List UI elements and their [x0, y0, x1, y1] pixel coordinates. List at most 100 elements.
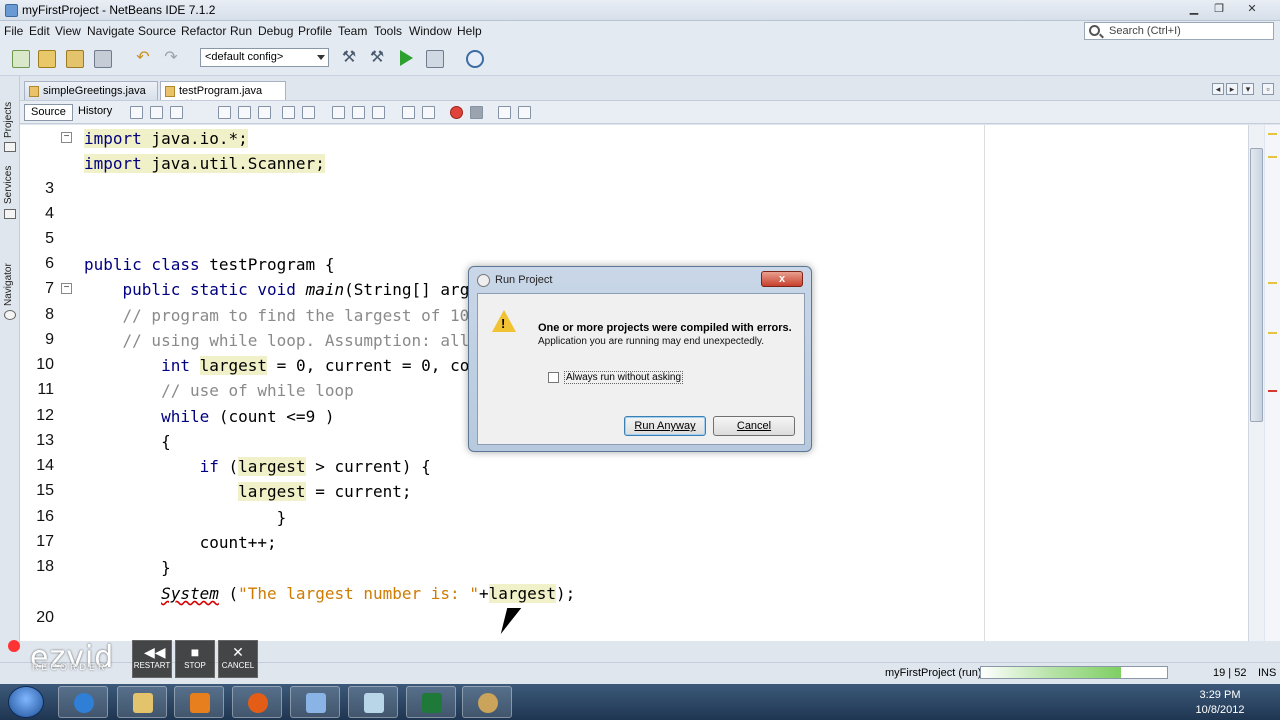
undo-icon[interactable]: ↶: [134, 50, 152, 68]
cancel-icon: ✕: [232, 644, 244, 660]
comment-icon[interactable]: [498, 106, 511, 119]
cancel-button[interactable]: Cancel: [713, 416, 795, 436]
close-button[interactable]: ✕: [1240, 2, 1264, 17]
save-all-icon[interactable]: [94, 50, 112, 68]
clock-date: 10/8/2012: [1195, 704, 1245, 716]
menu-tools[interactable]: Tools: [374, 24, 402, 38]
menu-run[interactable]: Run: [230, 24, 252, 38]
profile-project-icon[interactable]: [466, 50, 484, 68]
restart-button[interactable]: ◀◀ RESTART: [132, 640, 172, 678]
menu-profile[interactable]: Profile: [298, 24, 332, 38]
find-icon[interactable]: [218, 106, 231, 119]
menu-source[interactable]: Source: [138, 24, 176, 38]
menu-refactor[interactable]: Refactor: [181, 24, 226, 38]
config-select[interactable]: <default config>: [200, 48, 329, 67]
line-number: 5: [45, 230, 54, 247]
taskbar-explorer[interactable]: [117, 686, 167, 718]
stop-macro-icon[interactable]: [470, 106, 483, 119]
previous-bookmark-icon[interactable]: [332, 106, 345, 119]
toggle-highlight-icon[interactable]: [282, 106, 295, 119]
line-number: 17: [36, 533, 54, 550]
maximize-editor-icon[interactable]: ▫: [1262, 83, 1274, 95]
warning-marker[interactable]: [1268, 156, 1277, 158]
new-file-icon[interactable]: [12, 50, 30, 68]
always-run-checkbox[interactable]: [548, 372, 559, 383]
dialog-close-button[interactable]: x: [761, 271, 803, 287]
new-project-icon[interactable]: [38, 50, 56, 68]
taskbar-internet-explorer[interactable]: [58, 686, 108, 718]
dialog-title: Run Project: [495, 274, 553, 286]
stop-button[interactable]: ■ STOP: [175, 640, 215, 678]
find-next-icon[interactable]: [258, 106, 271, 119]
fold-collapse-icon[interactable]: −: [61, 283, 72, 294]
always-run-label[interactable]: Always run without asking: [564, 371, 684, 384]
tab-scroll-left-icon[interactable]: ◂: [1212, 83, 1224, 95]
menu-team[interactable]: Team: [338, 24, 367, 38]
code-line: public static void main(String[] args) {: [122, 280, 508, 299]
taskbar-netbeans[interactable]: [290, 686, 340, 718]
java-file-icon: [165, 86, 175, 97]
toggle-bookmark-icon[interactable]: [372, 106, 385, 119]
next-bookmark-icon[interactable]: [352, 106, 365, 119]
paint-icon: [478, 693, 498, 713]
open-project-icon[interactable]: [66, 50, 84, 68]
cancel-recording-button[interactable]: ✕ CANCEL: [218, 640, 258, 678]
search-input[interactable]: Search (Ctrl+I): [1084, 22, 1274, 40]
back-icon[interactable]: [150, 106, 163, 119]
caret-position: 19 | 52: [1213, 667, 1247, 679]
menu-window[interactable]: Window: [409, 24, 452, 38]
warning-marker[interactable]: [1268, 282, 1277, 284]
sidebar-tab-navigator[interactable]: Navigator: [3, 263, 14, 306]
menu-help[interactable]: Help: [457, 24, 482, 38]
tab-test-program[interactable]: testProgram.java ✕: [160, 81, 286, 109]
shift-left-icon[interactable]: [402, 106, 415, 119]
start-button[interactable]: [8, 686, 44, 718]
source-view-tab[interactable]: Source: [24, 104, 73, 121]
fold-collapse-icon[interactable]: −: [61, 132, 72, 143]
netbeans-icon: [5, 4, 18, 17]
forward-icon[interactable]: [170, 106, 183, 119]
code-line: public class testProgram {: [84, 255, 335, 274]
start-macro-icon[interactable]: [450, 106, 463, 119]
run-project-icon[interactable]: [400, 50, 413, 66]
maximize-button[interactable]: ❐: [1207, 2, 1231, 17]
tab-simple-greetings[interactable]: simpleGreetings.java: [24, 81, 158, 100]
minimize-button[interactable]: ▁: [1182, 2, 1206, 17]
debug-project-icon[interactable]: [426, 50, 444, 68]
last-edit-icon[interactable]: [130, 106, 143, 119]
menu-view[interactable]: View: [55, 24, 81, 38]
sidebar-tab-services[interactable]: Services: [3, 166, 14, 204]
dialog-body: ! One or more projects were compiled wit…: [477, 293, 805, 445]
toggle-selection-icon[interactable]: [302, 106, 315, 119]
clean-build-icon[interactable]: ⚒: [368, 50, 386, 68]
menu-edit[interactable]: Edit: [29, 24, 50, 38]
error-marker[interactable]: [1268, 390, 1277, 392]
build-hammer-icon[interactable]: ⚒: [340, 50, 358, 68]
warning-marker[interactable]: [1268, 133, 1277, 135]
projects-icon: [4, 142, 16, 152]
history-view-tab[interactable]: History: [72, 104, 118, 121]
menu-navigate[interactable]: Navigate: [87, 24, 134, 38]
taskbar-excel[interactable]: [406, 686, 456, 718]
code-line: largest = current;: [238, 482, 412, 501]
redo-icon[interactable]: ↷: [162, 50, 180, 68]
fold-column: − −: [58, 125, 76, 641]
menu-debug[interactable]: Debug: [258, 24, 293, 38]
uncomment-icon[interactable]: [518, 106, 531, 119]
recorder-overlay: ezvid RECORDER ◀◀ RESTART ■ STOP ✕ CANCEL: [0, 636, 262, 680]
warning-marker[interactable]: [1268, 332, 1277, 334]
system-clock[interactable]: 3:29 PM 10/8/2012: [1180, 688, 1260, 718]
taskbar-media-player[interactable]: [174, 686, 224, 718]
scrollbar-thumb[interactable]: [1250, 148, 1263, 422]
find-previous-icon[interactable]: [238, 106, 251, 119]
restart-icon: ◀◀: [144, 644, 166, 660]
shift-right-icon[interactable]: [422, 106, 435, 119]
tab-list-icon[interactable]: ▾: [1242, 83, 1254, 95]
taskbar-notepad[interactable]: [348, 686, 398, 718]
menu-file[interactable]: File: [4, 24, 23, 38]
taskbar-paint[interactable]: [462, 686, 512, 718]
run-anyway-button[interactable]: Run Anyway: [624, 416, 706, 436]
taskbar-firefox[interactable]: [232, 686, 282, 718]
tab-scroll-right-icon[interactable]: ▸: [1226, 83, 1238, 95]
sidebar-tab-projects[interactable]: Projects: [3, 102, 14, 138]
